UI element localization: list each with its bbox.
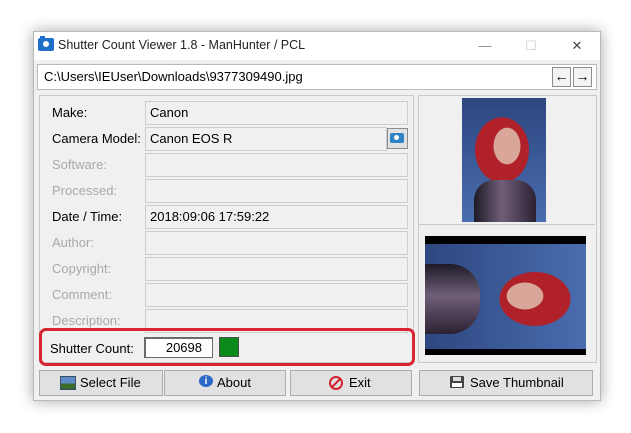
floppy-disk-icon xyxy=(450,376,464,388)
exit-button[interactable]: Exit xyxy=(290,370,412,396)
select-file-label: Select File xyxy=(80,375,141,390)
exif-info-panel: Make: Canon Camera Model: Canon EOS R So… xyxy=(39,95,414,363)
camera-info-button[interactable] xyxy=(387,128,408,149)
field-label: Software: xyxy=(52,157,107,172)
info-icon: i xyxy=(199,375,213,387)
shutter-count-label: Shutter Count: xyxy=(50,341,134,356)
embedded-thumbnail xyxy=(425,236,586,355)
select-file-button[interactable]: Select File xyxy=(39,370,163,396)
exit-label: Exit xyxy=(349,375,371,390)
window-title: Shutter Count Viewer 1.8 - ManHunter / P… xyxy=(58,38,306,52)
camera-icon xyxy=(390,133,404,143)
previous-file-button[interactable]: ← xyxy=(552,67,571,87)
camera-model-field[interactable]: Canon EOS R xyxy=(145,127,387,151)
field-row-processed: Processed: xyxy=(40,179,413,203)
minimize-button[interactable]: — xyxy=(462,32,508,60)
field-label: Description: xyxy=(52,313,121,328)
field-label: Author: xyxy=(52,235,94,250)
file-path: C:\Users\IEUser\Downloads\9377309490.jpg xyxy=(44,69,303,84)
next-file-button[interactable]: → xyxy=(573,67,592,87)
maximize-button[interactable]: ☐ xyxy=(508,32,554,60)
author-field[interactable] xyxy=(145,231,408,255)
make-field[interactable]: Canon xyxy=(145,101,408,125)
arrow-left-icon: ← xyxy=(554,68,569,84)
field-label: Camera Model: xyxy=(52,131,141,146)
field-label: Copyright: xyxy=(52,261,112,276)
shutter-count-value: 20698 xyxy=(165,340,202,355)
stop-icon xyxy=(329,376,343,390)
save-thumbnail-button[interactable]: Save Thumbnail xyxy=(419,370,593,396)
field-value: Canon xyxy=(150,105,189,120)
camera-icon xyxy=(38,36,54,51)
comment-field[interactable] xyxy=(145,283,408,307)
copyright-field[interactable] xyxy=(145,257,408,281)
about-button[interactable]: i About xyxy=(164,370,286,396)
field-row-copyright: Copyright: xyxy=(40,257,413,281)
photo-preview xyxy=(462,98,546,222)
title-bar: Shutter Count Viewer 1.8 - ManHunter / P… xyxy=(34,32,600,60)
field-row-software: Software: xyxy=(40,153,413,177)
file-path-bar: C:\Users\IEUser\Downloads\9377309490.jpg… xyxy=(37,64,597,90)
field-row-make: Make: Canon xyxy=(40,101,413,125)
shutter-count-value-box: 20698 xyxy=(144,337,213,358)
thumbnail-image xyxy=(425,244,586,349)
software-field[interactable] xyxy=(145,153,408,177)
image-icon xyxy=(60,376,76,390)
field-value: 2018:09:06 17:59:22 xyxy=(150,209,270,224)
thumbnail-divider xyxy=(418,224,595,225)
processed-field[interactable] xyxy=(145,179,408,203)
app-window: Shutter Count Viewer 1.8 - ManHunter / P… xyxy=(33,31,601,401)
field-value: Canon EOS R xyxy=(150,131,233,146)
shutter-status-indicator xyxy=(219,337,239,357)
field-row-author: Author: xyxy=(40,231,413,255)
field-row-camera-model: Camera Model: Canon EOS R xyxy=(40,127,413,151)
close-button[interactable]: ✕ xyxy=(554,32,600,60)
field-label: Processed: xyxy=(52,183,118,198)
about-label: About xyxy=(217,375,251,390)
field-row-comment: Comment: xyxy=(40,283,413,307)
field-label: Comment: xyxy=(52,287,112,302)
date-time-field[interactable]: 2018:09:06 17:59:22 xyxy=(145,205,408,229)
field-label: Make: xyxy=(52,105,88,120)
field-row-date-time: Date / Time: 2018:09:06 17:59:22 xyxy=(40,205,413,229)
arrow-right-icon: → xyxy=(575,68,590,84)
save-thumbnail-label: Save Thumbnail xyxy=(470,375,564,390)
field-label: Date / Time: xyxy=(52,209,123,224)
